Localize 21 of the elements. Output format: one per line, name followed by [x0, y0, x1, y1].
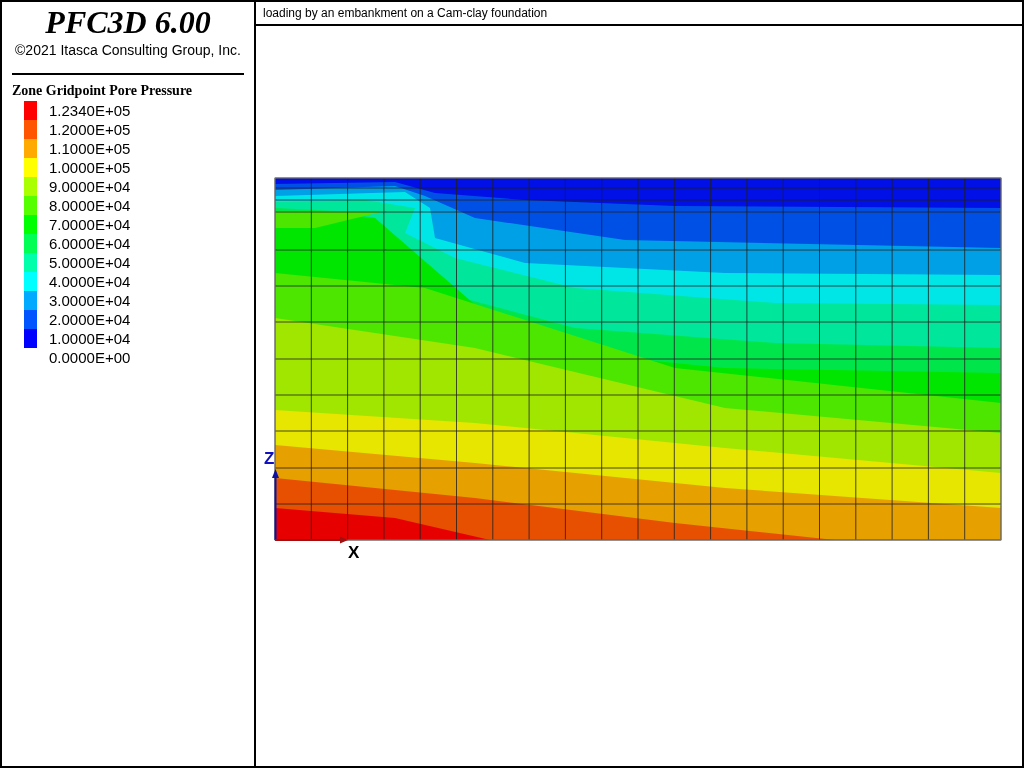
legend-label: 1.0000E+04 — [49, 329, 131, 348]
legend-label: 8.0000E+04 — [49, 196, 131, 215]
legend-title: Zone Gridpoint Pore Pressure — [12, 83, 194, 99]
x-axis-label: X — [348, 543, 360, 562]
legend-label: 2.0000E+04 — [49, 310, 131, 329]
legend-label: 6.0000E+04 — [49, 234, 131, 253]
legend-label: 0.0000E+00 — [49, 348, 131, 367]
copyright-text: ©2021 Itasca Consulting Group, Inc. — [14, 42, 242, 58]
plot-title: loading by an embankment on a Cam-clay foundation — [263, 6, 548, 20]
legend-label: 1.0000E+05 — [49, 158, 131, 177]
legend-label: 7.0000E+04 — [49, 215, 131, 234]
legend-label: 4.0000E+04 — [49, 272, 131, 291]
legend-label: 3.0000E+04 — [49, 291, 131, 310]
legend-label: 1.2000E+05 — [49, 120, 131, 139]
app-title: PFC3D 6.00 — [44, 4, 212, 40]
z-axis-label: Z — [264, 449, 275, 468]
z-axis-arrow — [272, 469, 279, 541]
legend-label: 1.2340E+05 — [49, 101, 131, 120]
legend-label: 1.1000E+05 — [49, 139, 131, 158]
legend-label: 5.0000E+04 — [49, 253, 131, 272]
legend-label: 9.0000E+04 — [49, 177, 131, 196]
